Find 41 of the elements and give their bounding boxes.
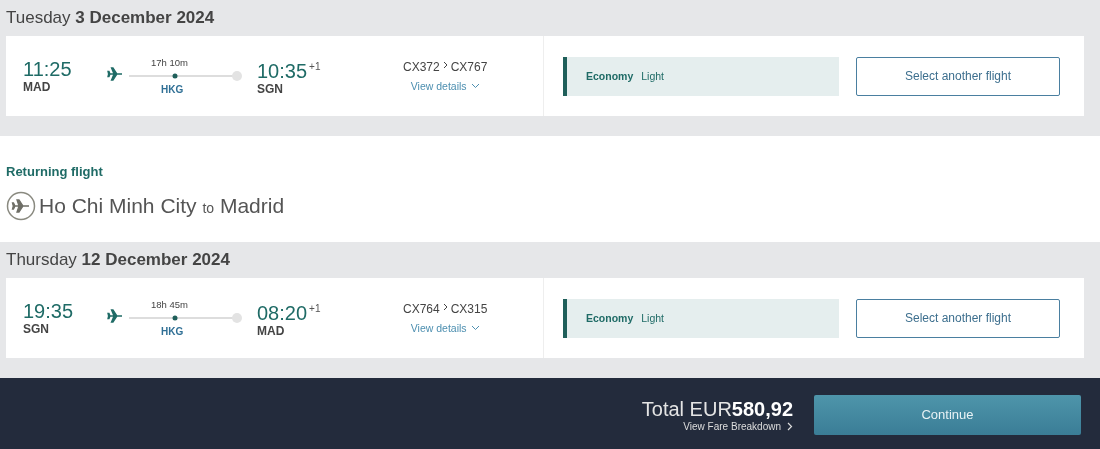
arrival-time: 08:20 [257, 301, 308, 324]
chevron-right-icon [442, 61, 448, 69]
continue-button[interactable]: Continue [814, 394, 1081, 435]
airport-code: MAD [23, 80, 52, 94]
date-heading: Thursday 12 December 2024 [6, 249, 231, 271]
duration: 17h 10m [151, 57, 188, 68]
day-offset: +1 [309, 61, 321, 73]
fare-type: Light [641, 70, 665, 82]
cabin-class: Economy [586, 70, 634, 82]
airplane-icon [107, 309, 123, 323]
chevron-right-icon [442, 303, 448, 311]
airport-code: MAD [257, 323, 286, 338]
airplane-icon [6, 191, 36, 221]
chevron-down-icon [470, 83, 480, 89]
section-label: Returning flight [6, 164, 104, 179]
view-details-link[interactable]: View details [410, 80, 480, 92]
fare-breakdown-link[interactable]: View Fare Breakdown [683, 420, 793, 432]
total-price: Total EUR580,92 [641, 397, 793, 421]
flight-number: CX315 [450, 302, 488, 316]
fare-type: Light [641, 312, 665, 324]
flight-number: CX764 [403, 302, 440, 316]
airport-code: SGN [257, 81, 284, 96]
airport-code: SGN [23, 322, 50, 336]
duration: 18h 45m [151, 299, 188, 310]
select-another-flight-button[interactable]: Select another flight [856, 56, 1060, 96]
stopover-code: HKG [161, 326, 184, 337]
chevron-down-icon [470, 325, 480, 331]
date-heading: Tuesday 3 December 2024 [6, 7, 216, 29]
day-offset: +1 [309, 303, 321, 315]
flight-number: CX767 [450, 60, 488, 74]
flight-number: CX372 [403, 60, 440, 74]
departure-time: 11:25 [23, 58, 73, 80]
airplane-icon [107, 67, 123, 81]
arrival-time: 10:35 [257, 59, 308, 82]
select-another-flight-button[interactable]: Select another flight [856, 298, 1060, 338]
cabin-class: Economy [586, 312, 634, 324]
view-details-link[interactable]: View details [410, 322, 480, 334]
route-title: Ho Chi Minh City to Madrid [39, 194, 285, 218]
stopover-code: HKG [161, 84, 184, 95]
departure-time: 19:35 [23, 300, 75, 322]
chevron-right-icon [787, 421, 793, 431]
